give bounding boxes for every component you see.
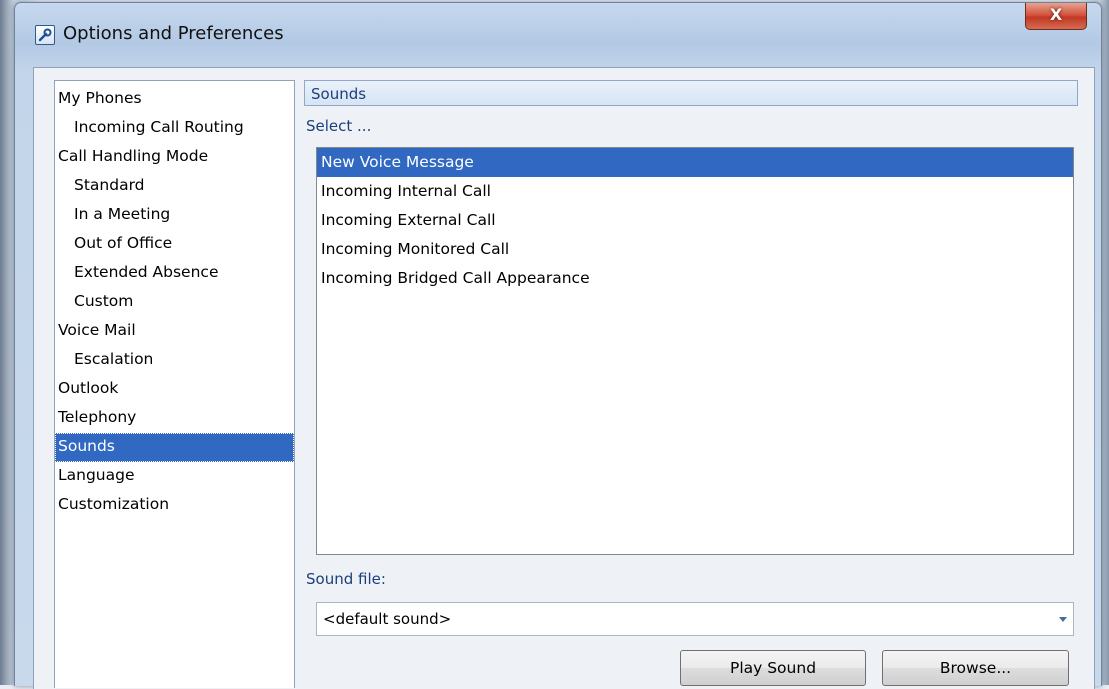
close-button[interactable]: X bbox=[1025, 3, 1087, 30]
wrench-icon bbox=[35, 25, 55, 45]
section-header: Sounds bbox=[304, 80, 1078, 106]
nav-item-my-phones[interactable]: My Phones bbox=[55, 85, 294, 114]
sounds-panel: Sounds Select ... New Voice Message Incom… bbox=[304, 80, 1078, 689]
sound-event-item[interactable]: Incoming Monitored Call bbox=[317, 235, 1073, 264]
sound-event-item[interactable]: Incoming Bridged Call Appearance bbox=[317, 264, 1073, 293]
sound-file-combo[interactable]: <default sound> bbox=[316, 602, 1074, 636]
browse-button[interactable]: Browse... bbox=[882, 650, 1069, 686]
nav-item-customization[interactable]: Customization bbox=[55, 491, 294, 520]
nav-list: My Phones Incoming Call Routing Call Handl… bbox=[55, 81, 294, 520]
nav-item-escalation[interactable]: Escalation bbox=[55, 346, 294, 375]
sound-file-label: Sound file: bbox=[306, 570, 386, 588]
nav-item-sounds[interactable]: Sounds bbox=[55, 433, 294, 462]
select-label: Select ... bbox=[306, 117, 372, 135]
nav-item-call-handling-mode[interactable]: Call Handling Mode bbox=[55, 143, 294, 172]
nav-item-extended-absence[interactable]: Extended Absence bbox=[55, 259, 294, 288]
title-bar[interactable]: Options and Preferences X bbox=[15, 3, 1101, 65]
play-sound-button[interactable]: Play Sound bbox=[680, 650, 866, 686]
window-title: Options and Preferences bbox=[63, 23, 284, 44]
nav-item-in-a-meeting[interactable]: In a Meeting bbox=[55, 201, 294, 230]
dropdown-arrow-icon[interactable] bbox=[1059, 617, 1067, 622]
sound-event-list[interactable]: New Voice Message Incoming Internal Call I… bbox=[316, 147, 1074, 555]
nav-item-language[interactable]: Language bbox=[55, 462, 294, 491]
nav-item-incoming-call-routing[interactable]: Incoming Call Routing bbox=[55, 114, 294, 143]
sound-event-item[interactable]: New Voice Message bbox=[317, 148, 1073, 177]
sound-event-item[interactable]: Incoming External Call bbox=[317, 206, 1073, 235]
nav-item-standard[interactable]: Standard bbox=[55, 172, 294, 201]
sound-file-value: <default sound> bbox=[323, 610, 452, 628]
dialog-client-area: My Phones Incoming Call Routing Call Handl… bbox=[33, 67, 1095, 689]
nav-item-custom[interactable]: Custom bbox=[55, 288, 294, 317]
options-nav-tree: My Phones Incoming Call Routing Call Handl… bbox=[54, 80, 295, 688]
sound-event-item[interactable]: Incoming Internal Call bbox=[317, 177, 1073, 206]
nav-item-out-of-office[interactable]: Out of Office bbox=[55, 230, 294, 259]
nav-item-voice-mail[interactable]: Voice Mail bbox=[55, 317, 294, 346]
nav-item-telephony[interactable]: Telephony bbox=[55, 404, 294, 433]
nav-item-outlook[interactable]: Outlook bbox=[55, 375, 294, 404]
options-dialog: Options and Preferences X My Phones Incom… bbox=[14, 2, 1102, 689]
